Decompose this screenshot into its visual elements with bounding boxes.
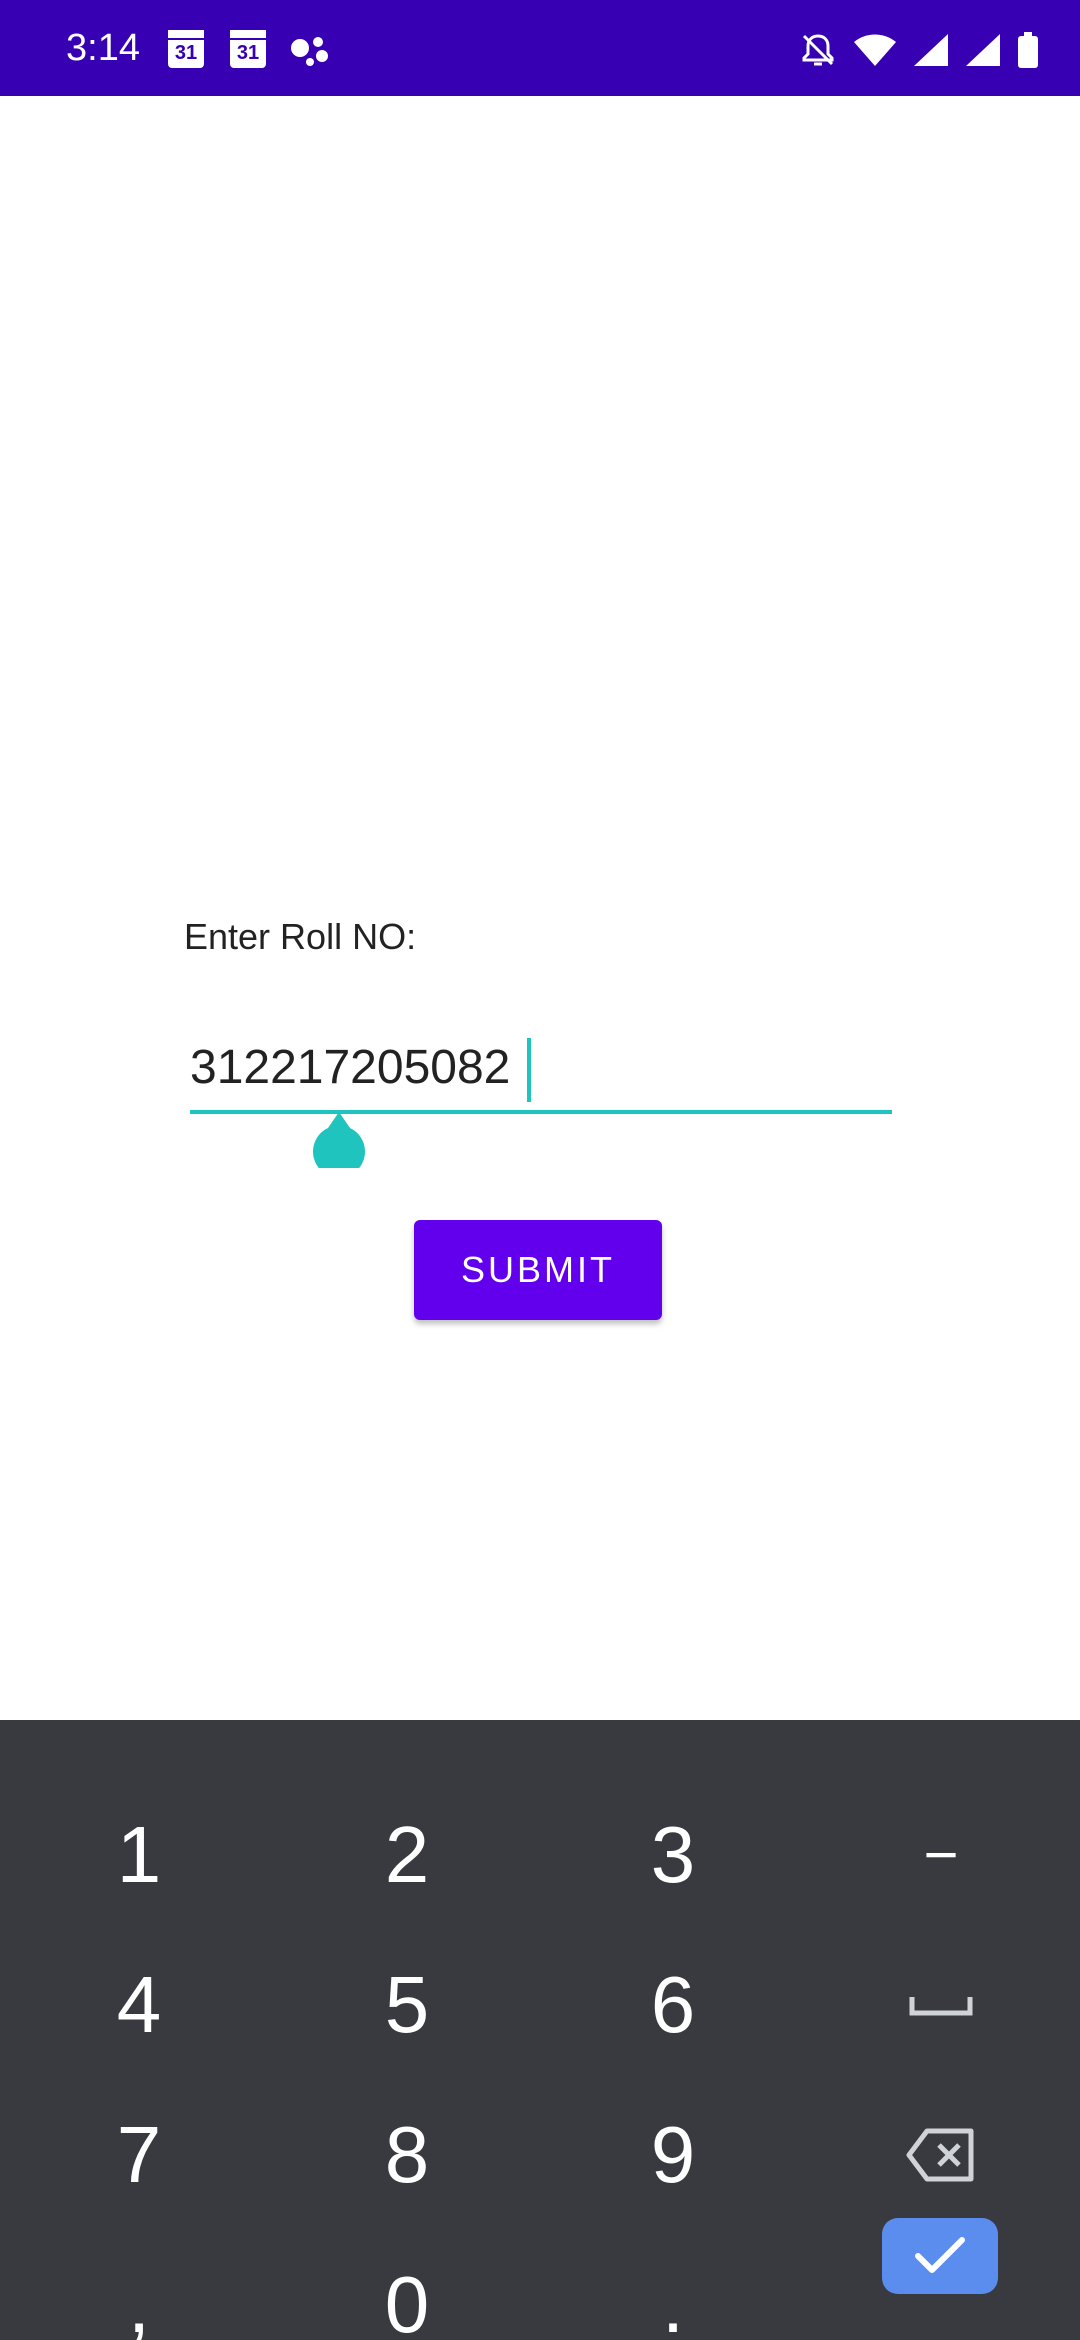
calendar-day: 31 [236, 42, 260, 64]
key-0[interactable]: 0 [272, 2230, 542, 2340]
calendar-day: 31 [174, 42, 198, 64]
battery-icon [1018, 32, 1038, 68]
key-7[interactable]: 7 [4, 2080, 274, 2230]
backspace-icon [906, 2128, 974, 2182]
key-9[interactable]: 9 [538, 2080, 808, 2230]
done-key[interactable] [882, 2218, 998, 2294]
cursor-handle[interactable] [310, 1110, 368, 1168]
roll-number-input[interactable]: 312217205082 [190, 1030, 892, 1114]
signal-icon [914, 34, 948, 66]
bell-off-icon [802, 34, 834, 66]
calendar-icon: 31 [230, 30, 266, 68]
checkmark-icon [915, 2237, 965, 2273]
calendar-icon: 31 [168, 30, 204, 68]
roll-number-value[interactable]: 312217205082 [190, 1038, 510, 1098]
key-3[interactable]: 3 [538, 1780, 808, 1930]
status-time: 3:14 [66, 27, 140, 69]
key-4[interactable]: 4 [4, 1930, 274, 2080]
key-2[interactable]: 2 [272, 1780, 542, 1930]
text-cursor [527, 1038, 531, 1102]
wifi-icon [854, 34, 896, 66]
status-icons [798, 28, 1040, 72]
assistant-icon [291, 37, 328, 66]
signal-icon [966, 34, 1000, 66]
key-comma[interactable]: , [4, 2230, 274, 2340]
key-8[interactable]: 8 [272, 2080, 542, 2230]
key-minus[interactable]: − [806, 1780, 1076, 1930]
key-6[interactable]: 6 [538, 1930, 808, 2080]
key-period[interactable]: . [538, 2230, 808, 2340]
key-space[interactable] [806, 1930, 1076, 2080]
key-1[interactable]: 1 [4, 1780, 274, 1930]
space-icon [909, 1997, 973, 2016]
key-backspace[interactable] [806, 2080, 1076, 2230]
submit-button[interactable]: SUBMIT [414, 1220, 662, 1320]
input-underline [190, 1110, 892, 1114]
key-5[interactable]: 5 [272, 1930, 542, 2080]
roll-number-label: Enter Roll NO: [184, 916, 417, 957]
status-bar: 3:14 31 31 [0, 0, 1080, 96]
